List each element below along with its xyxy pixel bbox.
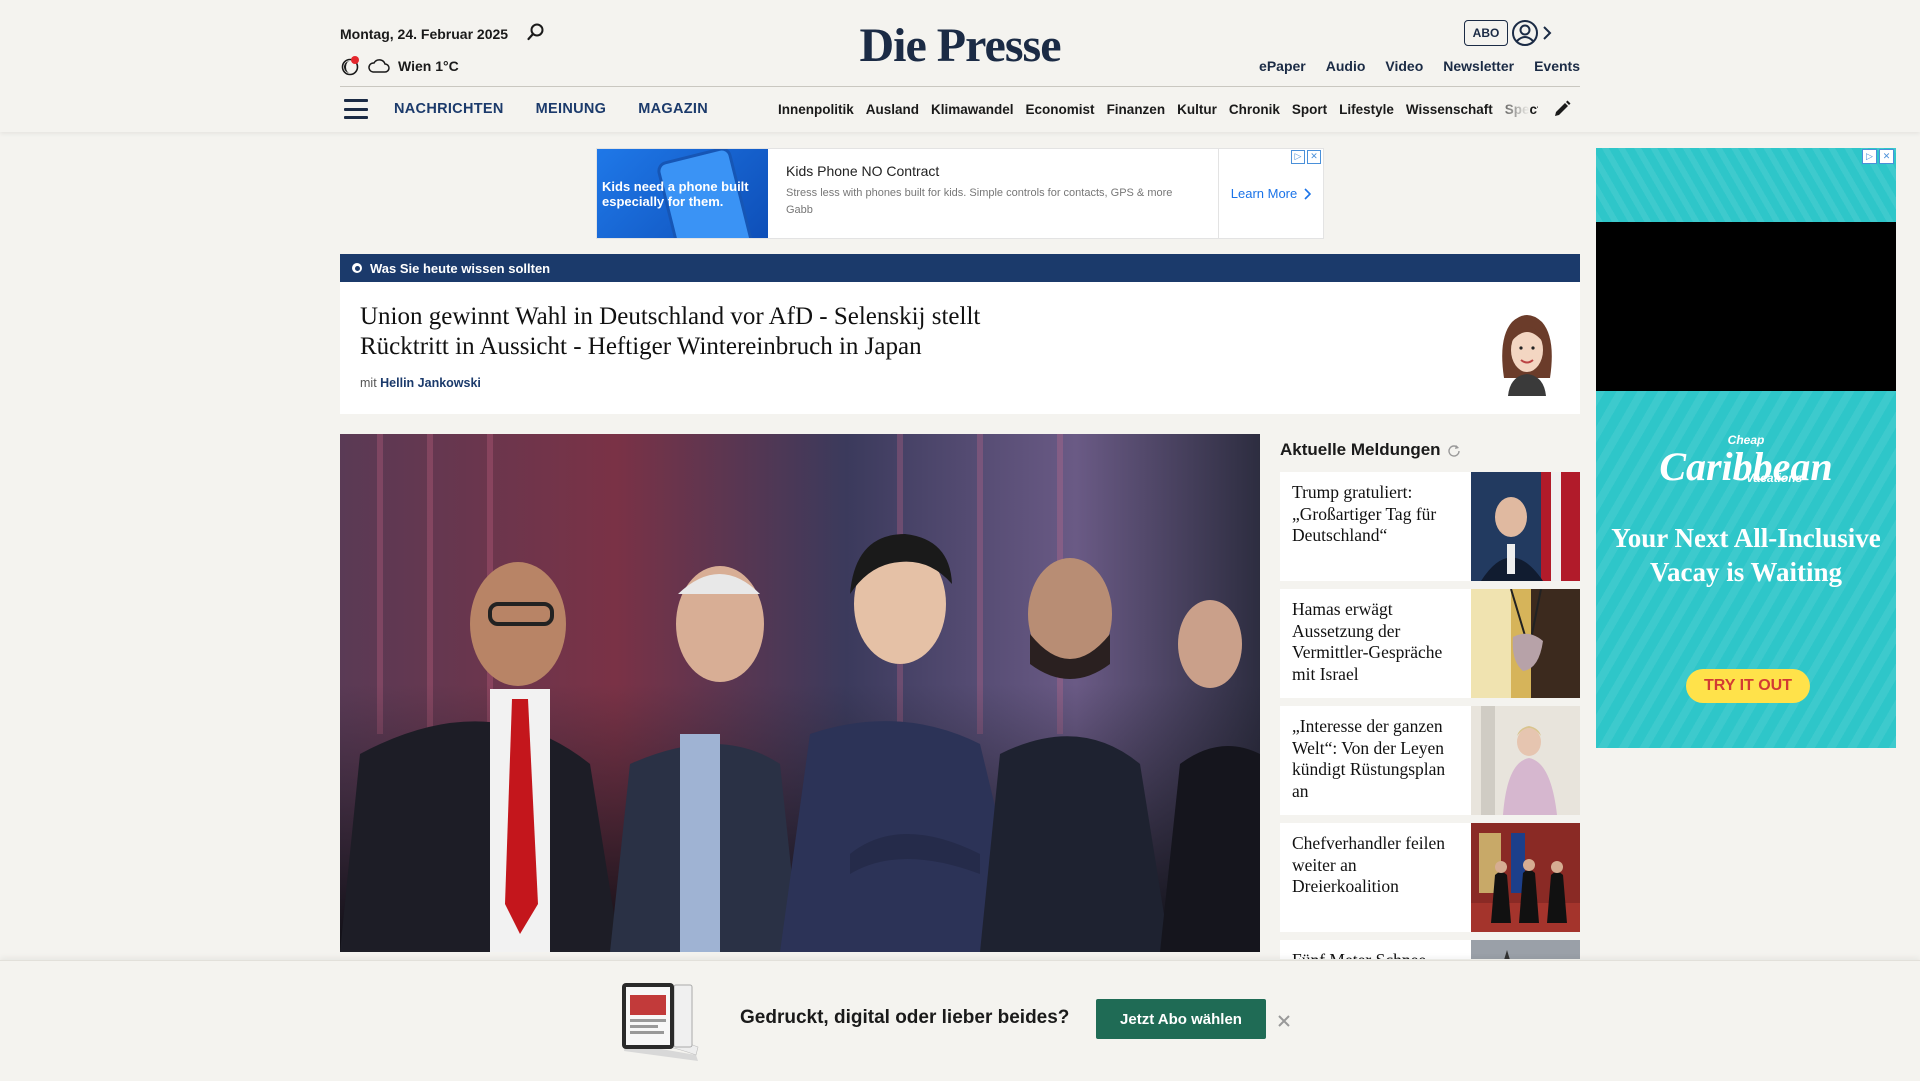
nav-section[interactable]: Sport (1292, 102, 1327, 117)
site-header: Montag, 24. Februar 2025 Wien 1°C Die Pr… (0, 0, 1920, 132)
refresh-icon (1447, 445, 1460, 457)
subscription-banner: Gedruckt, digital oder lieber beides? Je… (0, 960, 1920, 1081)
menu-icon[interactable] (344, 99, 368, 119)
close-icon[interactable] (1274, 1011, 1294, 1031)
briefing-bar: Was Sie heute wissen sollten (340, 254, 1580, 282)
nav-section[interactable]: Ausland (866, 102, 919, 117)
adchoices-icon[interactable]: ▷ ✕ (1291, 150, 1321, 164)
nav-nachrichten[interactable]: NACHRICHTEN (394, 101, 504, 117)
nav-section[interactable]: Lifestyle (1339, 102, 1394, 117)
nav-section[interactable]: Chronik (1229, 102, 1280, 117)
nav-meinung[interactable]: MEINUNG (536, 101, 607, 117)
subscribe-button[interactable]: Jetzt Abo wählen (1096, 999, 1266, 1039)
byline-prefix: mit (360, 376, 377, 390)
chevron-right-icon (1543, 26, 1552, 40)
author-link[interactable]: Hellin Jankowski (380, 376, 481, 390)
pencil-icon[interactable] (1552, 99, 1572, 119)
news-item[interactable]: Fünf Meter Schnee (1280, 940, 1580, 959)
side-advertisement[interactable]: Cheap Caribbean Vacations Your Next All-… (1596, 148, 1896, 748)
ad-text: Your Next All-Inclusive Vacay is Waiting (1611, 523, 1881, 587)
news-item[interactable]: „Interesse der ganzen Welt“: Von der Ley… (1280, 706, 1580, 815)
news-thumbnail (1471, 472, 1580, 581)
briefing-headline[interactable]: Union gewinnt Wahl in Deutschland vor Af… (360, 302, 1060, 362)
news-item[interactable]: Trump gratuliert: „Großartiger Tag für D… (1280, 472, 1580, 581)
nav-sections: Innenpolitik Ausland Klimawandel Economi… (778, 102, 1538, 117)
adchoices-icon[interactable]: ▷ ✕ (1862, 149, 1894, 164)
link-newsletter[interactable]: Newsletter (1443, 58, 1514, 74)
main-nav: NACHRICHTEN MEINUNG MAGAZIN Innenpolitik… (340, 87, 1580, 131)
news-thumbnail (1471, 588, 1580, 698)
ad-brand-sub: Vacations (1746, 471, 1803, 485)
link-events[interactable]: Events (1534, 58, 1580, 74)
ad-body: Kids Phone NO Contract Stress less with … (768, 149, 1218, 238)
nav-section[interactable]: Innenpolitik (778, 102, 854, 117)
news-item[interactable]: Chefverhandler feilen weiter an Dreierko… (1280, 823, 1580, 932)
news-title: Aktuelle Meldungen (1280, 440, 1441, 459)
briefing-byline: mit Hellin Jankowski (360, 376, 481, 390)
news-thumbnail (1471, 823, 1580, 932)
news-sidebar: Aktuelle Meldungen Trump gratuliert: „Gr… (1280, 434, 1580, 959)
newspaper-tablet-image (618, 981, 704, 1063)
briefing-label: Was Sie heute wissen sollten (370, 260, 551, 276)
nav-magazin[interactable]: MAGAZIN (638, 101, 708, 117)
ad-image-text: Kids need a phone built especially for t… (602, 179, 749, 209)
ad-description: Stress less with phones built for kids. … (786, 187, 1173, 199)
news-headline: Chefverhandler feilen weiter an Dreierko… (1292, 833, 1446, 896)
ad-advertiser: Gabb (786, 204, 813, 216)
nav-main: NACHRICHTEN MEINUNG MAGAZIN (394, 101, 708, 117)
news-headline: „Interesse der ganzen Welt“: Von der Ley… (1292, 716, 1446, 801)
ad-cta-label: Learn More (1230, 186, 1298, 201)
ad-body: Cheap Caribbean Vacations Your Next All-… (1596, 391, 1896, 748)
link-audio[interactable]: Audio (1326, 58, 1366, 74)
header-links: ePaper Audio Video Newsletter Events (1259, 58, 1580, 74)
link-video[interactable]: Video (1385, 58, 1423, 74)
hero-image[interactable] (340, 434, 1260, 952)
banner-text: Gedruckt, digital oder lieber beides? (740, 1007, 1070, 1028)
live-dot-icon (352, 263, 362, 273)
author-avatar (1492, 308, 1562, 396)
nav-fade (1490, 99, 1530, 119)
daily-briefing: Was Sie heute wissen sollten Union gewin… (340, 254, 1580, 414)
link-epaper[interactable]: ePaper (1259, 58, 1306, 74)
nav-section[interactable]: Economist (1026, 102, 1095, 117)
news-item[interactable]: Hamas erwägt Aussetzung der Vermittler-G… (1280, 588, 1580, 698)
try-it-out-button[interactable]: TRY IT OUT (1686, 669, 1810, 703)
top-advertisement[interactable]: Kids need a phone built especially for t… (596, 148, 1324, 239)
user-account[interactable] (1510, 18, 1564, 48)
chevron-right-icon (1304, 187, 1312, 200)
header-inner: Montag, 24. Februar 2025 Wien 1°C Die Pr… (340, 0, 1580, 132)
nav-section[interactable]: Klimawandel (931, 102, 1014, 117)
ad-pattern-top (1596, 148, 1896, 222)
news-headline: Hamas erwägt Aussetzung der Vermittler-G… (1292, 599, 1443, 684)
nav-section[interactable]: Kultur (1177, 102, 1217, 117)
nav-section[interactable]: Finanzen (1107, 102, 1166, 117)
ad-image: Kids need a phone built especially for t… (597, 149, 768, 238)
ad-video-area[interactable] (1596, 222, 1896, 391)
news-thumbnail (1471, 940, 1580, 959)
user-icon (1512, 20, 1538, 46)
ad-title[interactable]: Kids Phone NO Contract (786, 163, 1200, 179)
news-headline: Fünf Meter Schnee (1280, 940, 1471, 959)
news-heading: Aktuelle Meldungen (1280, 436, 1580, 464)
abo-button[interactable]: ABO (1464, 20, 1508, 46)
news-thumbnail (1471, 706, 1580, 815)
news-headline: Trump gratuliert: „Großartiger Tag für D… (1292, 482, 1437, 545)
nav-section[interactable]: Wissenschaft (1406, 102, 1493, 117)
